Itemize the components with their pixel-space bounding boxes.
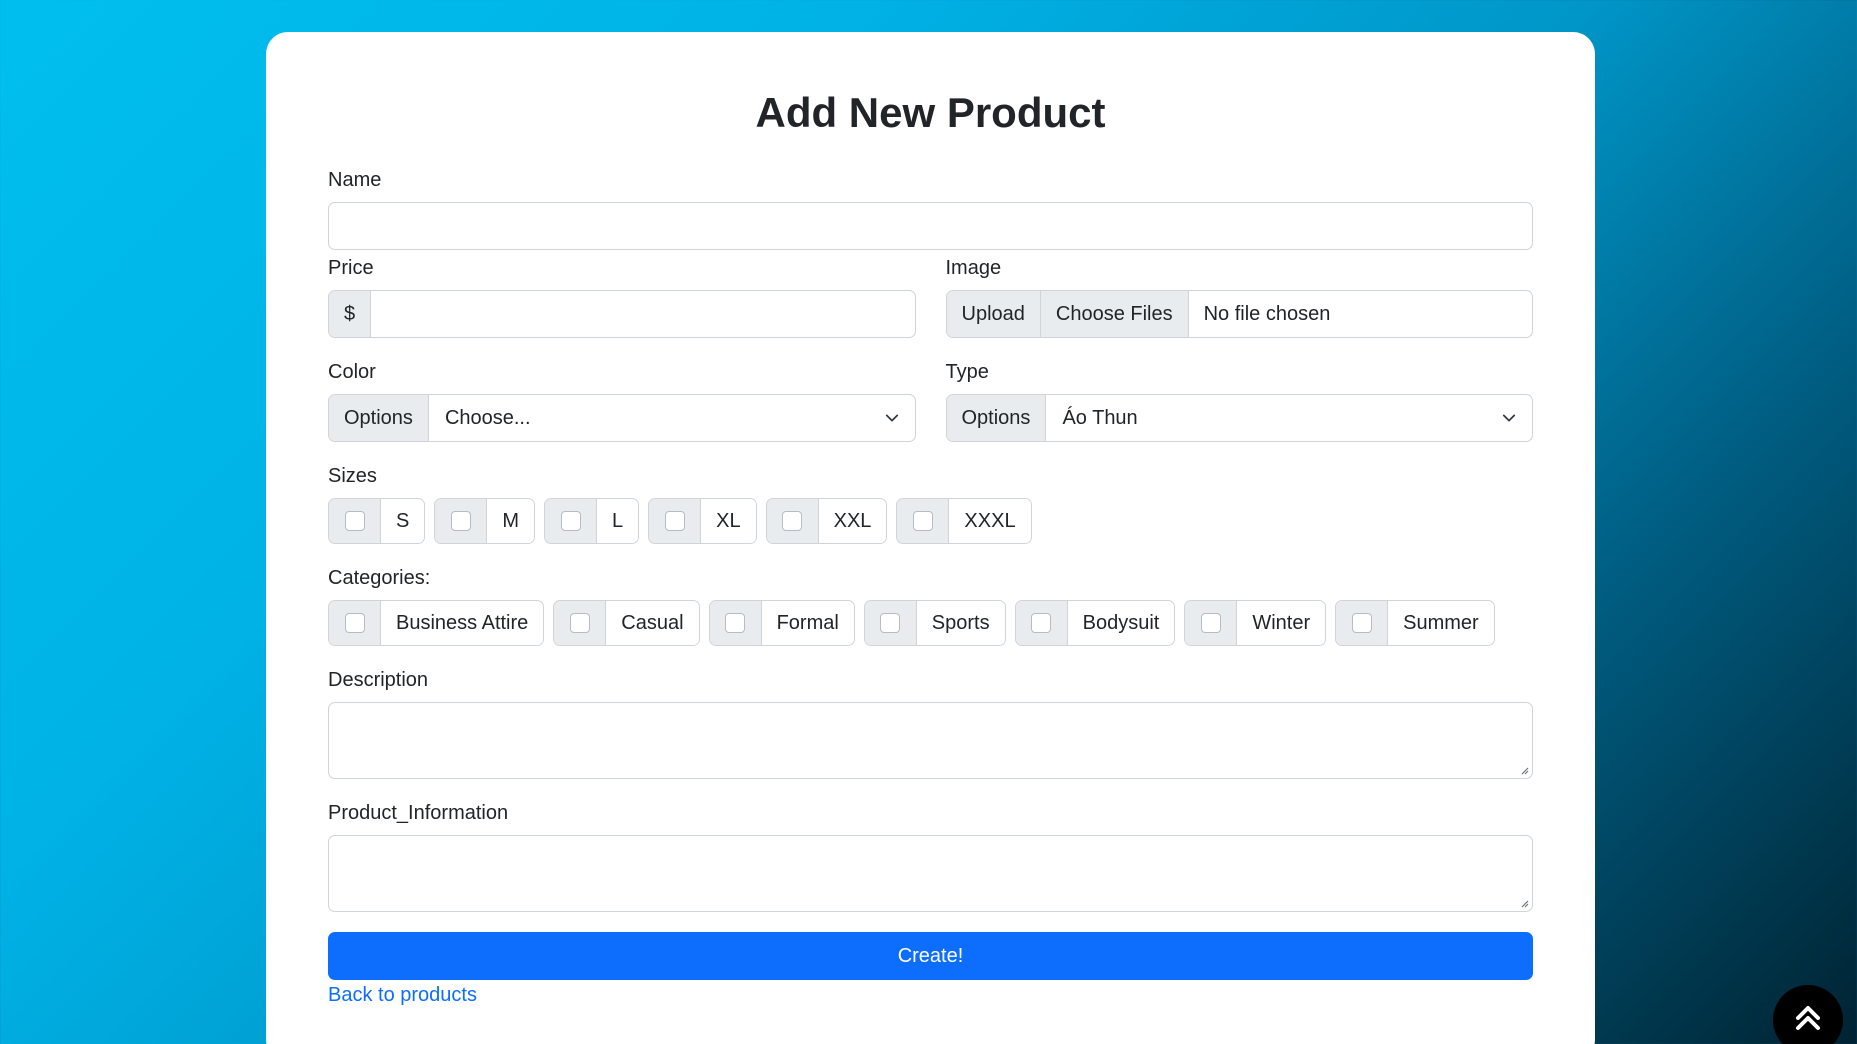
name-input[interactable]	[328, 202, 1533, 250]
size-label: XXXL	[949, 499, 1031, 543]
chevron-down-icon	[1502, 414, 1516, 422]
category-checkbox[interactable]	[1200, 613, 1221, 633]
category-checkbox[interactable]	[569, 613, 590, 633]
chevron-down-icon	[885, 414, 898, 422]
type-selected-value: Áo Thun	[1062, 406, 1138, 429]
type-select[interactable]: Áo Thun	[1046, 395, 1532, 441]
size-checkbox[interactable]	[450, 511, 471, 531]
size-option[interactable]: XXXL	[896, 498, 1032, 544]
category-checkbox[interactable]	[344, 613, 365, 633]
description-label: Description	[328, 669, 429, 691]
color-options-addon: Options	[329, 395, 429, 441]
category-label: Formal	[761, 601, 854, 645]
create-button[interactable]: Create!	[328, 932, 1533, 980]
category-checkbox[interactable]	[880, 613, 901, 633]
category-checkbox[interactable]	[1031, 613, 1052, 633]
categories-checkbox-group: Business Attire Casual Formal Sports Bod…	[328, 600, 1533, 646]
currency-addon: $	[329, 291, 372, 337]
page-title: Add New Product	[755, 89, 1106, 136]
image-label: Image	[945, 257, 1002, 279]
category-option[interactable]: Business Attire	[328, 600, 545, 646]
color-select-group: Options Choose...	[328, 394, 916, 442]
category-checkbox[interactable]	[1351, 613, 1372, 633]
upload-addon: Upload	[946, 291, 1041, 337]
product-form-card: Add New Product Name Price $ Image Uploa…	[266, 32, 1595, 1044]
color-selected-value: Choose...	[444, 406, 531, 429]
type-options-addon: Options	[946, 395, 1047, 441]
size-checkbox[interactable]	[344, 511, 365, 531]
category-label: Winter	[1237, 601, 1326, 645]
price-input-group: $	[328, 290, 916, 338]
category-label: Sports	[916, 601, 1005, 645]
choose-files-button[interactable]: Choose Files	[1040, 291, 1189, 337]
type-label: Type	[945, 361, 989, 383]
size-option[interactable]: L	[544, 498, 640, 544]
size-option[interactable]: M	[434, 498, 536, 544]
price-input[interactable]	[371, 291, 914, 337]
size-option[interactable]: XXL	[765, 498, 888, 544]
product-information-textarea[interactable]	[328, 835, 1533, 912]
double-chevron-up-icon	[1796, 1006, 1820, 1030]
size-label: XL	[701, 499, 756, 543]
category-label: Business Attire	[381, 601, 544, 645]
category-checkbox[interactable]	[725, 613, 746, 633]
image-input-group: Upload Choose Files No file chosen	[945, 290, 1533, 338]
price-label: Price	[328, 257, 374, 279]
size-checkbox[interactable]	[782, 511, 803, 531]
resize-handle-icon[interactable]	[1519, 765, 1529, 775]
name-label: Name	[328, 169, 382, 191]
size-label: L	[597, 499, 639, 543]
category-label: Bodysuit	[1067, 601, 1175, 645]
category-option[interactable]: Formal	[708, 600, 855, 646]
size-option[interactable]: XL	[648, 498, 757, 544]
size-checkbox[interactable]	[664, 511, 685, 531]
file-status: No file chosen	[1203, 302, 1331, 325]
size-checkbox[interactable]	[560, 511, 581, 531]
scroll-to-top-button[interactable]	[1773, 985, 1843, 1044]
back-to-products-link[interactable]: Back to products	[328, 984, 477, 1007]
description-textarea[interactable]	[328, 702, 1533, 779]
product-information-label: Product_Information	[328, 802, 509, 824]
size-label: XXL	[818, 499, 887, 543]
size-label: M	[487, 499, 535, 543]
type-select-group: Options Áo Thun	[945, 394, 1533, 442]
category-label: Summer	[1388, 601, 1494, 645]
category-label: Casual	[606, 601, 699, 645]
category-option[interactable]: Bodysuit	[1014, 600, 1176, 646]
sizes-label: Sizes	[328, 465, 377, 487]
size-label: S	[381, 499, 425, 543]
category-option[interactable]: Casual	[553, 600, 700, 646]
color-label: Color	[328, 361, 376, 383]
size-option[interactable]: S	[328, 498, 426, 544]
category-option[interactable]: Sports	[863, 600, 1006, 646]
category-option[interactable]: Winter	[1184, 600, 1327, 646]
resize-handle-icon[interactable]	[1519, 898, 1529, 908]
categories-label: Categories:	[328, 567, 431, 589]
category-option[interactable]: Summer	[1335, 600, 1495, 646]
size-checkbox[interactable]	[912, 511, 933, 531]
color-select[interactable]: Choose...	[429, 395, 915, 441]
sizes-checkbox-group: S M L XL XXL XXXL	[328, 498, 1533, 544]
